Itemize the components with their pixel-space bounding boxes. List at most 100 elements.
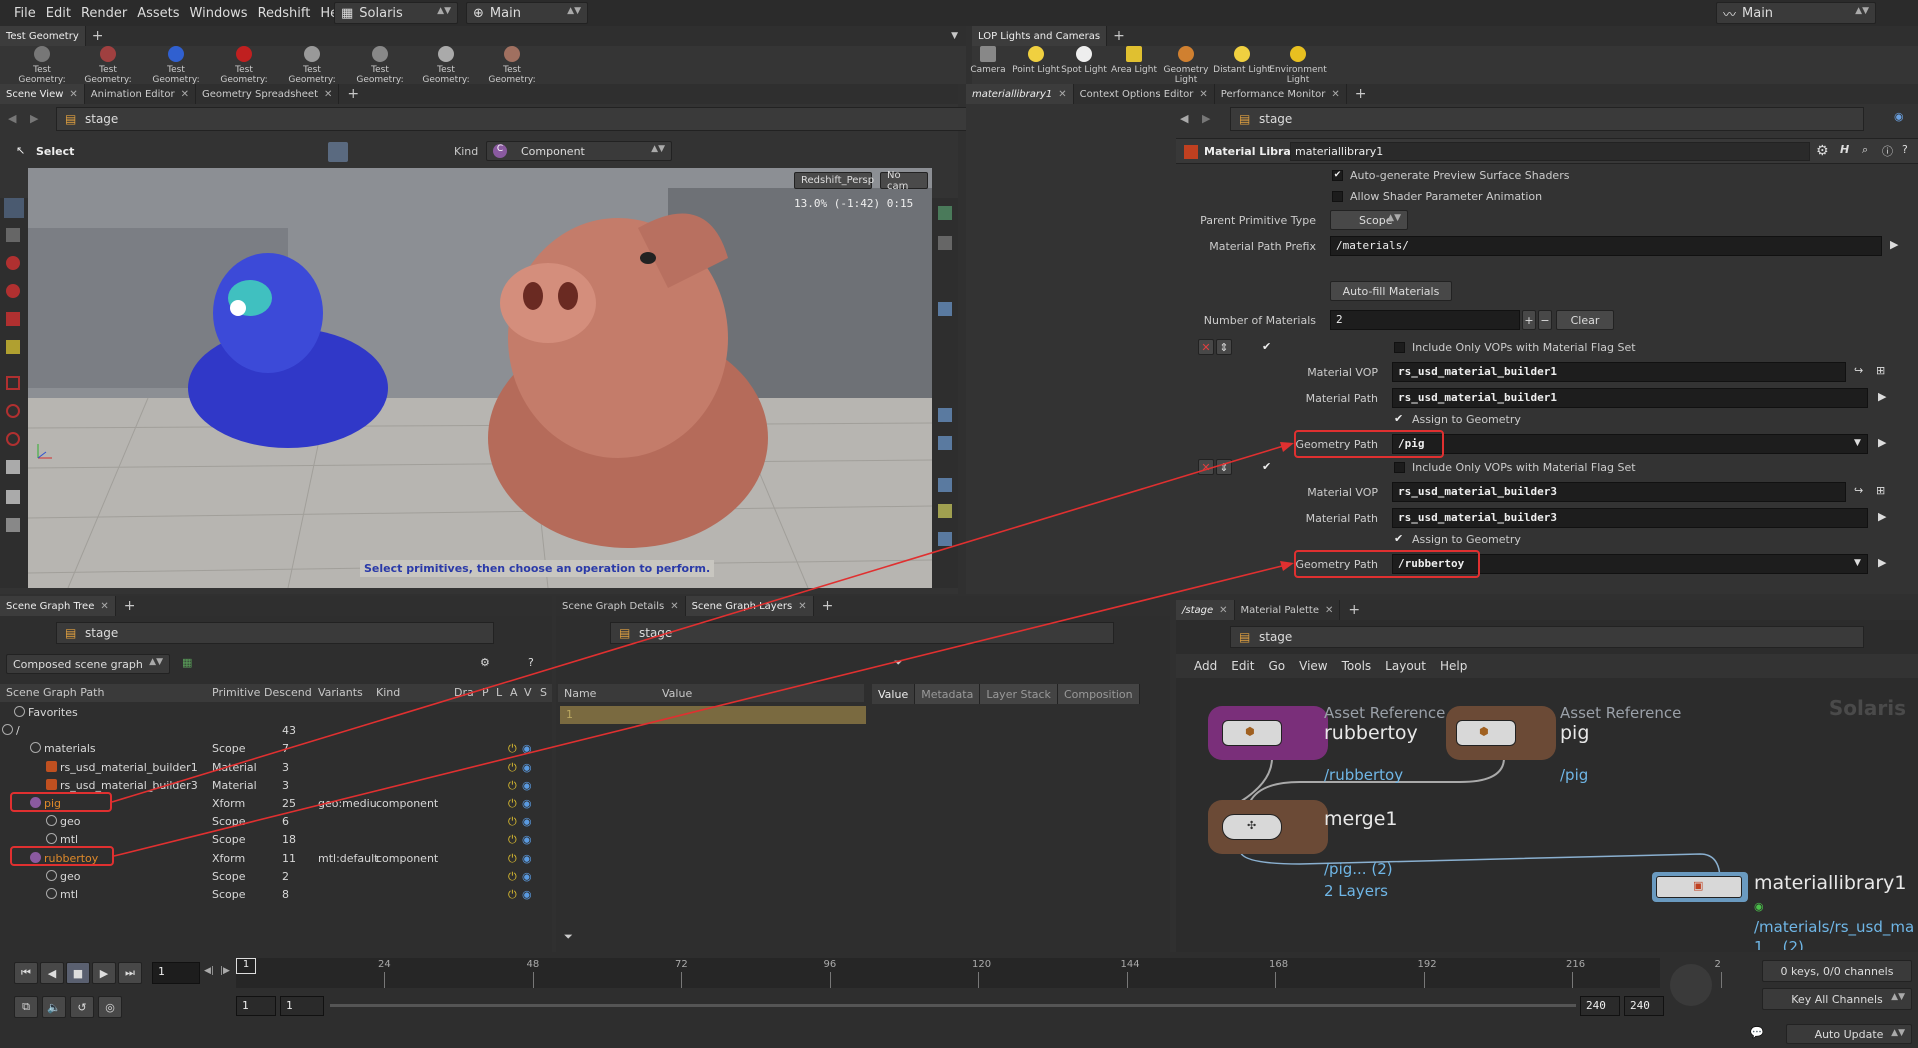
col-v[interactable]: V [524, 686, 532, 699]
active-flag-icon[interactable]: ⏻ [508, 761, 517, 775]
net-menu-view[interactable]: View [1299, 659, 1327, 673]
realtime-toggle-icon[interactable]: ⧉ [14, 996, 38, 1018]
step-back-icon[interactable]: ◀| [204, 966, 214, 976]
node-chooser2-icon[interactable]: ⊞ [1876, 484, 1885, 497]
shading-icon[interactable] [938, 478, 952, 492]
play-forward-button[interactable]: ▶ [92, 962, 116, 984]
move-block1-icon[interactable]: ⇕ [1216, 339, 1232, 355]
pig-node[interactable]: ⬢ [1446, 706, 1556, 760]
col-a[interactable]: A [510, 686, 518, 699]
range-end2-input[interactable]: 240 [1624, 996, 1664, 1016]
mat-path1-arrow-icon[interactable]: ▶ [1878, 390, 1886, 403]
rotate-tool-icon[interactable] [6, 284, 20, 298]
remove-block1-icon[interactable]: ✕ [1198, 339, 1214, 355]
current-frame-marker[interactable]: 1 [236, 958, 256, 974]
geo-path1-input[interactable]: /pig [1392, 434, 1868, 454]
geo-path1-arrow-icon[interactable]: ▶ [1878, 436, 1886, 449]
back-arrow-icon[interactable]: ◀ [8, 112, 16, 125]
forward-arrow-icon[interactable]: ▶ [30, 112, 38, 125]
scene-view-path[interactable]: ▤ stage [56, 107, 1054, 131]
tab-metadata[interactable]: Metadata [915, 684, 981, 704]
scrub-wheel[interactable] [1670, 964, 1712, 1006]
visible-flag-icon[interactable]: ◉ [522, 761, 532, 774]
tab-scene-graph-tree[interactable]: Scene Graph Tree ✕ [0, 596, 116, 616]
tree-row[interactable]: mtl Scope 8 ⏻ ◉ [0, 886, 532, 904]
camera-menu[interactable]: Redshift_Persp [794, 172, 874, 189]
param-link-icon[interactable]: ◉ [1894, 110, 1904, 123]
move-block2-icon[interactable]: ⇕ [1216, 459, 1232, 475]
col-p[interactable]: P [482, 686, 489, 699]
tree-row[interactable]: geo Scope 6 ⏻ ◉ [0, 813, 532, 831]
col-descend[interactable]: Descend [264, 686, 312, 699]
param-back-icon[interactable]: ◀ [1180, 112, 1188, 125]
param-forward-icon[interactable]: ▶ [1202, 112, 1210, 125]
select-tool-icon[interactable] [4, 198, 24, 218]
block1-enable-check-icon[interactable]: ✔ [1262, 340, 1271, 353]
tree-path[interactable]: ▤ stage [56, 622, 494, 644]
lock-camera-icon[interactable] [938, 236, 952, 250]
search-icon[interactable]: ⌕ [1862, 143, 1868, 157]
active-flag-icon[interactable]: ⏻ [508, 779, 517, 793]
details-bottom-filter-icon[interactable]: ⏷ [564, 930, 573, 944]
range-slider[interactable] [330, 1004, 1576, 1007]
node-chooser1-icon[interactable]: ⊞ [1876, 364, 1885, 377]
num-materials-input[interactable]: 2 [1330, 310, 1520, 330]
col-path[interactable]: Scene Graph Path [6, 686, 104, 699]
tree-row[interactable]: / 43 [0, 722, 450, 740]
shelf-tab-test-geometry[interactable]: Test Geometry [0, 26, 86, 46]
visible-flag-icon[interactable]: ◉ [522, 797, 532, 810]
background-icon[interactable] [938, 532, 952, 546]
audio-icon[interactable]: 🔈 [42, 996, 66, 1018]
net-menu-edit[interactable]: Edit [1231, 659, 1254, 673]
active-flag-icon[interactable]: ⏻ [508, 815, 517, 829]
details-filter-icon[interactable]: ⏷ [894, 656, 903, 670]
stop-button[interactable]: ■ [66, 962, 90, 984]
range-start-input[interactable]: 1 [236, 996, 276, 1016]
handle-tool-icon[interactable] [6, 340, 20, 354]
col-l[interactable]: L [496, 686, 502, 699]
viewport[interactable]: Redshift_Persp No cam 13.0% (-1:42) 0:15… [28, 168, 932, 588]
tree-filter-icon[interactable]: ▦ [182, 656, 192, 669]
context-select[interactable]: ⊕ Main ▲▼ [466, 2, 588, 24]
visible-flag-icon[interactable]: ◉ [522, 888, 532, 901]
network-path[interactable]: ▤ stage [1230, 626, 1864, 648]
tab-scene-graph-layers[interactable]: Scene Graph Layers ✕ [685, 596, 814, 616]
tab-layer-stack[interactable]: Layer Stack [980, 684, 1058, 704]
light-display-icon[interactable] [938, 302, 952, 316]
block2-enable-check-icon[interactable]: ✔ [1262, 460, 1271, 473]
main-right-select[interactable]: 〰 Main ▲▼ [1716, 2, 1876, 24]
range-start2-input[interactable]: 1 [280, 996, 324, 1016]
visible-flag-icon[interactable]: ◉ [522, 742, 532, 755]
jump-start-button[interactable]: ⏮ [14, 962, 38, 984]
col-primitive[interactable]: Primitive [212, 686, 260, 699]
rubbertoy-node[interactable]: ⬢ [1208, 706, 1328, 760]
mat-prefix-input[interactable]: /materials/ [1330, 236, 1882, 256]
param-gear-icon[interactable]: ⚙ [1816, 143, 1829, 159]
tab-geometry-spreadsheet[interactable]: Geometry Spreadsheet ✕ [196, 84, 340, 104]
tab-performance-monitor[interactable]: Performance Monitor ✕ [1215, 84, 1347, 104]
active-flag-icon[interactable]: ⏻ [508, 870, 517, 884]
tree-help-icon[interactable]: ? [528, 656, 534, 669]
tab-context-options[interactable]: Context Options Editor ✕ [1074, 84, 1215, 104]
play-back-button[interactable]: ◀ [40, 962, 64, 984]
tool-area-light[interactable]: Area Light [1104, 46, 1164, 75]
col-kind[interactable]: Kind [376, 686, 400, 699]
geo-path2-arrow-icon[interactable]: ▶ [1878, 556, 1886, 569]
info-icon[interactable]: ⓘ [1882, 143, 1893, 159]
remove-block2-icon[interactable]: ✕ [1198, 459, 1214, 475]
hda-icon[interactable]: H [1840, 143, 1849, 156]
tree-row[interactable]: rs_usd_material_builder1 Material 3 ⏻ ◉ [0, 759, 532, 777]
current-frame-input[interactable]: 1 [152, 962, 200, 984]
shelf-dropdown-icon[interactable]: ▼ [951, 31, 958, 41]
active-flag-icon[interactable]: ⏻ [508, 852, 517, 866]
net-menu-layout[interactable]: Layout [1385, 659, 1426, 673]
kind-select[interactable]: C Component ▲▼ [486, 141, 672, 161]
col-draw[interactable]: Dra [454, 686, 474, 699]
tab-stage-network[interactable]: /stage ✕ [1176, 600, 1235, 620]
col-value[interactable]: Value [662, 687, 692, 700]
auto-gen-checkbox[interactable]: ✔ [1332, 170, 1343, 181]
mat-path2-arrow-icon[interactable]: ▶ [1878, 510, 1886, 523]
geo-path2-dropdown-icon[interactable]: ▼ [1854, 558, 1861, 568]
loop-icon[interactable]: ↺ [70, 996, 94, 1018]
menu-redshift[interactable]: Redshift [258, 6, 311, 21]
